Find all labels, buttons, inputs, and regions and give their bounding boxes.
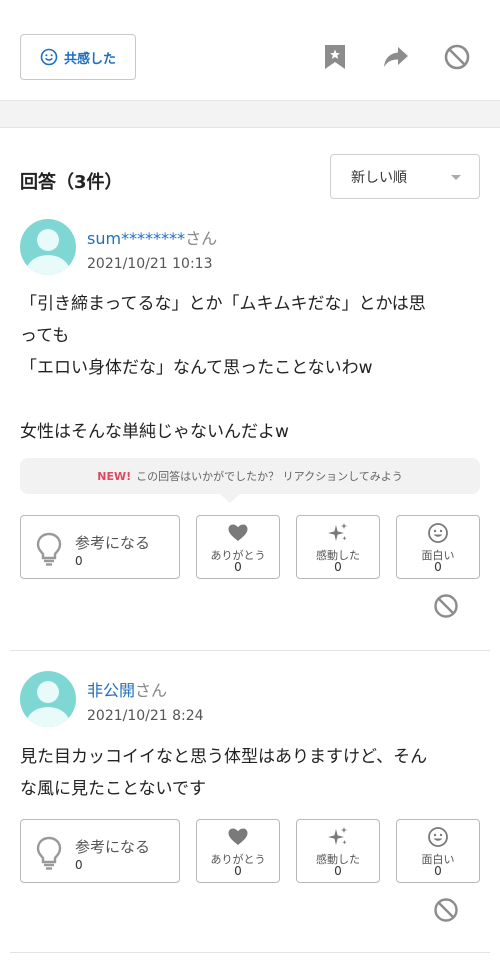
helpful-label: 参考になる xyxy=(75,838,151,856)
answer-body: 見た目カッコイイなと思う体型はありますけど、そん な風に見たことないです xyxy=(20,741,485,805)
helpful-button[interactable]: 参考になる 0 xyxy=(20,819,180,883)
chevron-down-icon xyxy=(451,175,461,180)
answer-timestamp: 2021/10/21 10:13 xyxy=(87,256,213,272)
helpful-label: 参考になる xyxy=(75,534,151,552)
funny-count: 0 xyxy=(434,864,442,878)
block-icon[interactable] xyxy=(442,42,472,72)
prompt-tail xyxy=(220,494,240,503)
new-badge: NEW! xyxy=(97,469,132,483)
empathy-label: 共感した xyxy=(63,51,116,67)
funny-button[interactable]: 面白い 0 xyxy=(396,515,480,579)
sort-selected-value: 新しい順 xyxy=(351,169,407,186)
username-link[interactable]: sum******** xyxy=(87,229,185,248)
reaction-prompt: NEW! この回答はいかがでしたか？ リアクションしてみよう xyxy=(20,458,480,494)
answer-line: 「引き締まってるな」とか「ムキムキだな」とかは思 xyxy=(20,294,426,314)
answer-body: 「引き締まってるな」とか「ムキムキだな」とかは思 っても 「エロい身体だな」なん… xyxy=(20,288,485,448)
sparkle-icon xyxy=(328,827,347,845)
heart-icon xyxy=(228,828,248,845)
reaction-row: 参考になる 0 ありがとう 0 感動した 0 面白い 0 xyxy=(0,515,500,579)
smile-icon xyxy=(428,827,448,847)
answer-toolbar: 共感した xyxy=(0,0,500,100)
answer-line: 見た目カッコイイなと思う体型はありますけど、そん xyxy=(20,747,428,767)
empathy-button[interactable]: 共感した xyxy=(20,34,136,80)
funny-button[interactable]: 面白い 0 xyxy=(396,819,480,883)
moved-count: 0 xyxy=(334,560,342,574)
answer-username: sum********さん xyxy=(87,225,217,249)
moved-button[interactable]: 感動した 0 xyxy=(296,819,380,883)
answer-timestamp: 2021/10/21 8:24 xyxy=(87,708,204,724)
reaction-prompt-text: この回答はいかがでしたか？ リアクションしてみよう xyxy=(136,470,403,483)
username-suffix: さん xyxy=(135,681,168,700)
moved-button[interactable]: 感動した 0 xyxy=(296,515,380,579)
thanks-count: 0 xyxy=(234,864,242,878)
answer-line: な風に見たことないです xyxy=(20,779,206,799)
heart-icon xyxy=(228,524,248,541)
username-link[interactable]: 非公開 xyxy=(87,681,135,700)
helpful-button[interactable]: 参考になる 0 xyxy=(20,515,180,579)
sparkle-icon xyxy=(328,523,347,541)
smile-icon xyxy=(40,48,58,66)
funny-count: 0 xyxy=(434,560,442,574)
answer-divider xyxy=(10,650,490,651)
share-icon[interactable] xyxy=(381,42,411,72)
answers-heading: 回答（3件） xyxy=(20,172,123,193)
bookmark-icon[interactable] xyxy=(320,42,350,72)
thanks-count: 0 xyxy=(234,560,242,574)
thanks-button[interactable]: ありがとう 0 xyxy=(196,819,280,883)
helpful-count: 0 xyxy=(75,554,83,568)
block-icon[interactable] xyxy=(432,592,460,620)
answer-line: 「エロい身体だな」なんて思ったことないわw xyxy=(20,358,373,378)
answer-line xyxy=(20,384,485,416)
helpful-count: 0 xyxy=(75,858,83,872)
moved-count: 0 xyxy=(334,864,342,878)
sort-select[interactable]: 新しい順 xyxy=(330,154,480,199)
avatar[interactable] xyxy=(20,219,76,275)
answer-username: 非公開さん xyxy=(87,677,167,701)
lightbulb-icon xyxy=(36,532,62,566)
answer-line: っても xyxy=(20,326,70,346)
section-separator xyxy=(0,100,500,128)
lightbulb-icon xyxy=(36,836,62,870)
answer-divider xyxy=(10,952,490,953)
reaction-row: 参考になる 0 ありがとう 0 感動した 0 面白い 0 xyxy=(0,819,500,883)
username-suffix: さん xyxy=(185,229,218,248)
answer-line: 女性はそんな単純じゃないんだよw xyxy=(20,422,289,442)
smile-icon xyxy=(428,523,448,543)
thanks-button[interactable]: ありがとう 0 xyxy=(196,515,280,579)
block-icon[interactable] xyxy=(432,896,460,924)
avatar[interactable] xyxy=(20,671,76,727)
